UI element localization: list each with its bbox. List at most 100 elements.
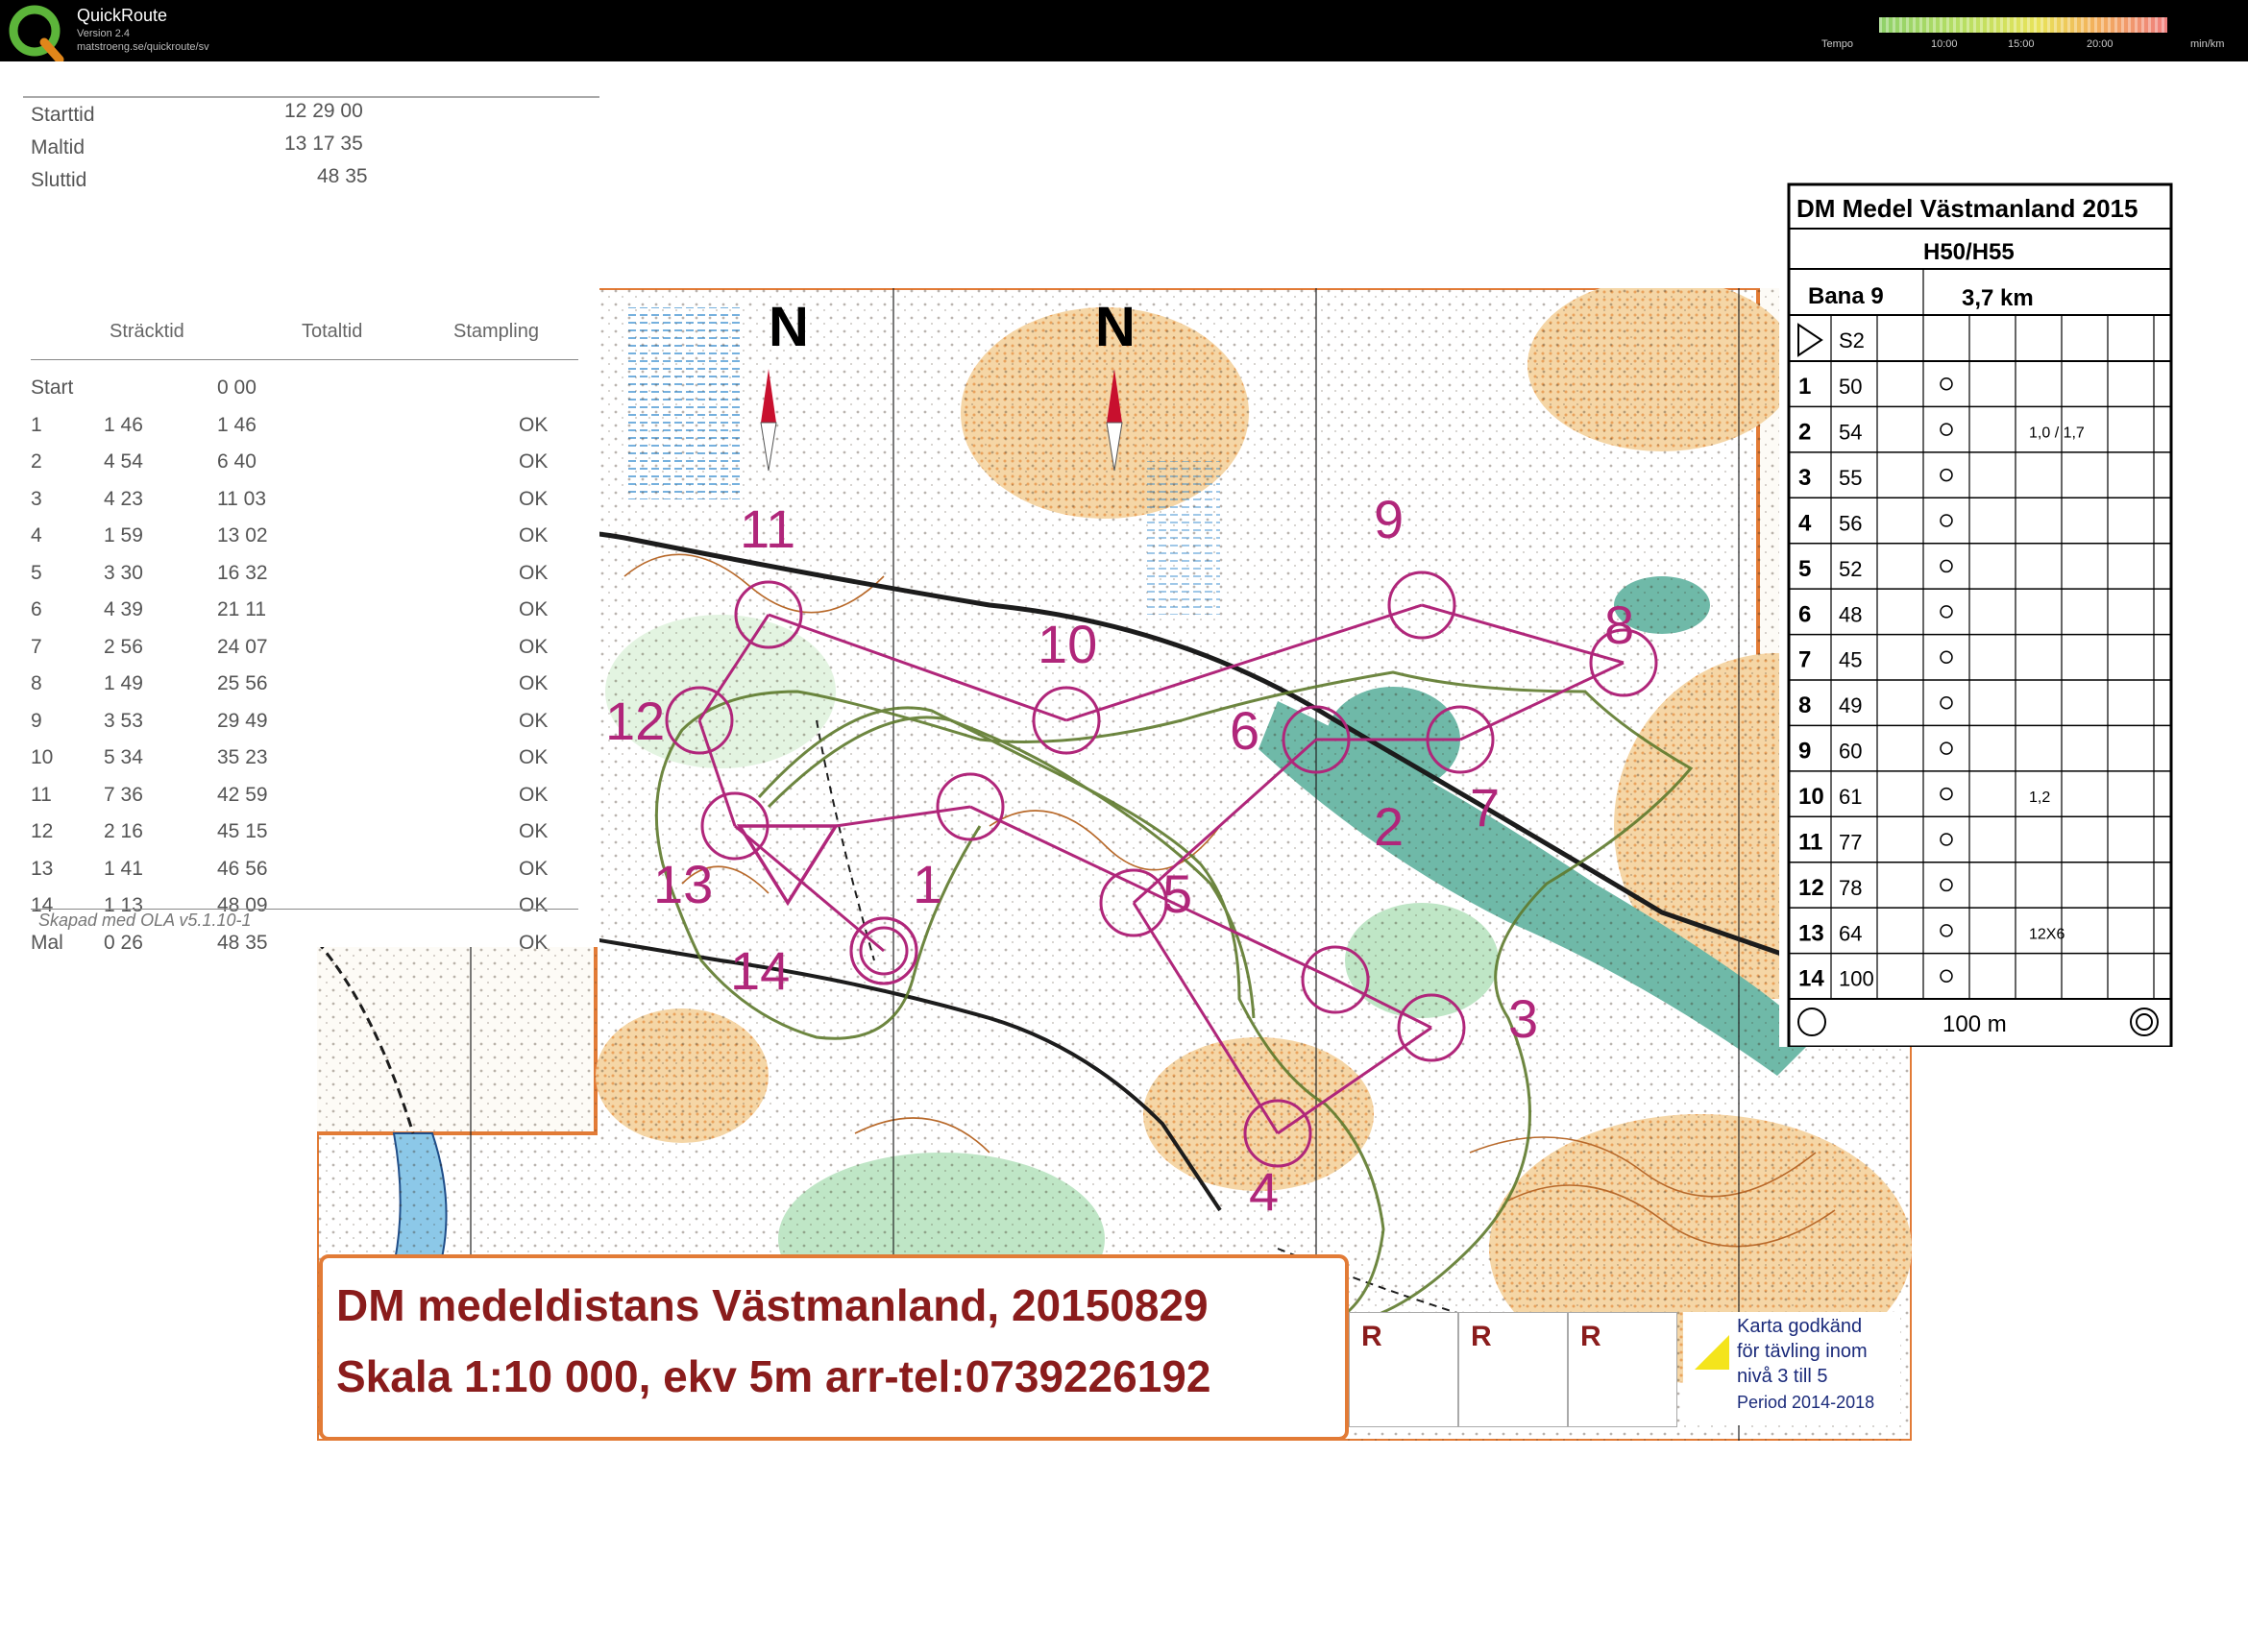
control-number: 1	[1798, 374, 1811, 400]
split-leg: 13	[31, 857, 54, 880]
split-total: 42 59	[217, 783, 268, 806]
start-time-label: Starttid	[31, 104, 95, 126]
start-time-value: 12 29 00	[284, 100, 363, 122]
control-number: 13	[1798, 920, 1824, 946]
control-code: 100	[1839, 967, 1874, 991]
control-code: 52	[1839, 557, 1862, 581]
split-leg: 1	[31, 413, 42, 436]
split-row: 13 1 41 46 56 OK	[23, 858, 599, 894]
split-split: 0 26	[104, 931, 143, 954]
split-split: 1 49	[104, 672, 143, 694]
r-label: R	[1580, 1321, 1601, 1352]
split-row: 10 5 34 35 23 OK	[23, 746, 599, 783]
control-number: 12	[1798, 875, 1824, 901]
split-row: 11 7 36 42 59 OK	[23, 784, 599, 820]
description-grid: DM Medel Västmanland 2015 H50/H55 Bana 9…	[1787, 182, 2173, 1049]
split-status: OK	[519, 709, 549, 732]
finish-time-value: 13 17 35	[284, 133, 363, 155]
split-row: 12 2 16 45 15 OK	[23, 820, 599, 857]
control-number: 6	[1798, 601, 1811, 627]
control-number: 7	[1798, 647, 1811, 673]
split-total: 0 00	[217, 377, 257, 399]
split-status: OK	[519, 561, 549, 584]
finish-distance: 100 m	[1943, 1011, 2007, 1037]
control-label: 13	[653, 854, 713, 914]
control-label: 7	[1470, 777, 1500, 838]
split-status: OK	[519, 524, 549, 547]
control-number: 11	[1798, 829, 1822, 855]
divider	[23, 96, 599, 98]
control-description-sheet: DM Medel Västmanland 2015 H50/H55 Bana 9…	[1779, 182, 2173, 1049]
map-approval: Karta godkänd för tävling inom nivå 3 ti…	[1683, 1312, 1900, 1425]
event-name: DM Medel Västmanland 2015	[1796, 194, 2138, 223]
split-total: 24 07	[217, 635, 268, 658]
split-row: 4 1 59 13 02 OK	[23, 524, 599, 561]
tempo-tick: 10:00	[1931, 38, 1958, 50]
control-code: 60	[1839, 740, 1862, 764]
r-box: R	[1349, 1312, 1458, 1427]
split-split: 1 46	[104, 413, 143, 436]
control-code: 48	[1839, 602, 1862, 626]
control-number: 4	[1798, 510, 1812, 536]
split-total: 11 03	[217, 487, 266, 510]
control-number: 8	[1798, 692, 1811, 718]
split-total: 46 56	[217, 857, 268, 880]
control-number: 14	[1798, 966, 1824, 992]
split-total: 13 02	[217, 524, 268, 547]
split-split: 1 41	[104, 857, 143, 880]
split-split: 2 16	[104, 820, 143, 842]
split-row: 3 4 23 11 03 OK	[23, 488, 599, 524]
divider	[31, 359, 578, 360]
map-scale-info: Skala 1:10 000, ekv 5m arr-tel:073922619…	[336, 1351, 1211, 1401]
control-code: 49	[1839, 693, 1862, 717]
split-status: OK	[519, 820, 549, 842]
r-box: R	[1458, 1312, 1568, 1427]
control-code: 78	[1839, 876, 1862, 900]
control-label: 3	[1508, 988, 1538, 1049]
split-leg: 11	[31, 783, 52, 806]
split-status: OK	[519, 931, 549, 954]
control-code: 45	[1839, 648, 1862, 672]
split-leg: 3	[31, 487, 42, 510]
control-number: 3	[1798, 465, 1811, 491]
split-split: 4 23	[104, 487, 143, 510]
end-time-value: 48 35	[317, 165, 368, 187]
north-label: N	[769, 296, 809, 358]
control-label: 4	[1249, 1161, 1279, 1222]
split-status: OK	[519, 672, 549, 694]
printout-credit: Skapad med OLA v5.1.10-1	[38, 911, 252, 930]
split-leg: 8	[31, 672, 42, 694]
control-label: 6	[1230, 700, 1259, 761]
split-split: 7 36	[104, 783, 143, 806]
control-label: 5	[1162, 863, 1192, 924]
classes: H50/H55	[1923, 239, 2015, 265]
split-row: 6 4 39 21 11 OK	[23, 598, 599, 635]
split-status: OK	[519, 413, 549, 436]
split-row: 1 1 46 1 46 OK	[23, 414, 599, 450]
r-label: R	[1361, 1321, 1382, 1352]
split-status: OK	[519, 635, 549, 658]
start-code: S2	[1839, 328, 1865, 352]
control-label: 11	[740, 498, 795, 559]
approval-line: Karta godkänd	[1737, 1316, 1863, 1337]
control-label: 8	[1604, 595, 1634, 655]
split-leg: 6	[31, 598, 42, 620]
split-split: 4 54	[104, 450, 143, 473]
control-label: 9	[1374, 489, 1404, 549]
split-leg: 7	[31, 635, 42, 658]
tempo-tick: 15:00	[2008, 38, 2035, 50]
split-split: 3 53	[104, 709, 143, 732]
tempo-label: Tempo	[1821, 38, 1854, 50]
split-row: 5 3 30 16 32 OK	[23, 562, 599, 598]
split-status: OK	[519, 857, 549, 880]
control-number: 5	[1798, 556, 1811, 582]
split-leg: 9	[31, 709, 42, 732]
split-row: 9 3 53 29 49 OK	[23, 710, 599, 746]
control-number: 10	[1798, 784, 1824, 810]
course-length: 3,7 km	[1962, 285, 2034, 311]
approval-triangle-icon	[1695, 1335, 1729, 1370]
control-code: 61	[1839, 785, 1862, 809]
split-split: 3 30	[104, 561, 143, 584]
split-row: Mal 0 26 48 35 OK	[23, 932, 599, 968]
control-number: 9	[1798, 739, 1811, 765]
